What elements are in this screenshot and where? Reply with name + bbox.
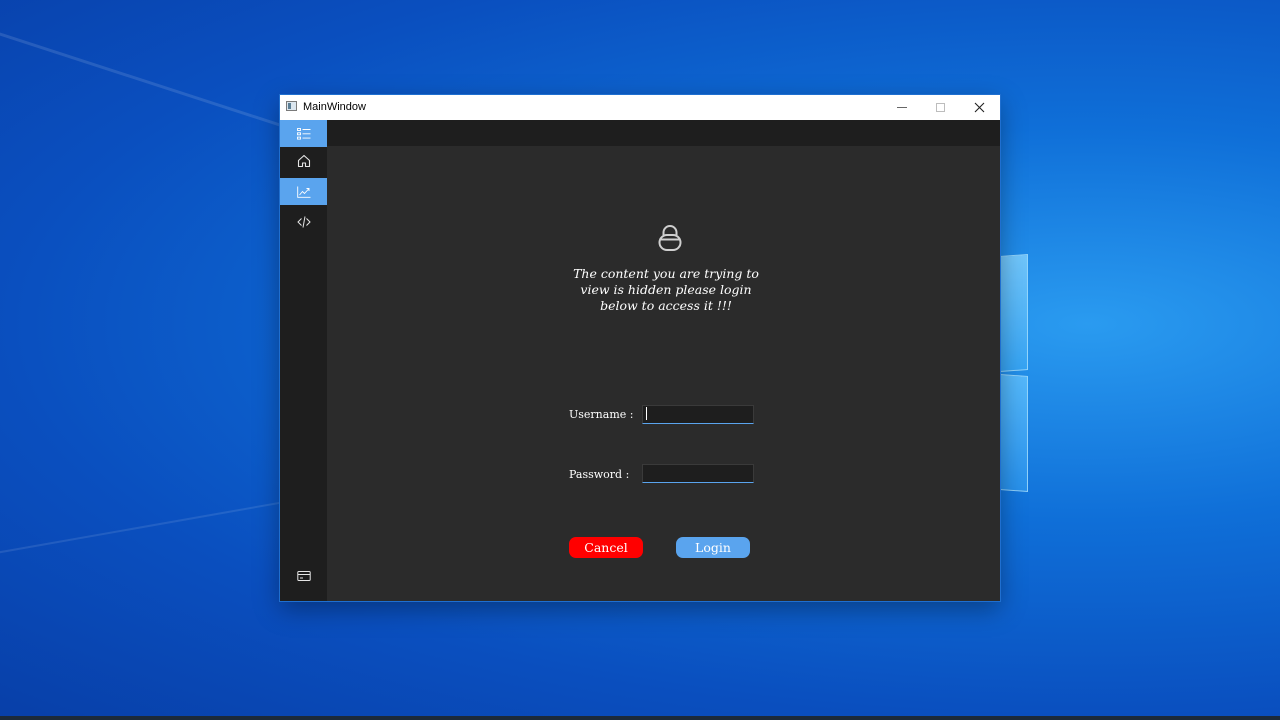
app-icon xyxy=(286,101,297,111)
top-bar xyxy=(327,120,1000,146)
password-input[interactable] xyxy=(642,464,754,483)
close-button[interactable] xyxy=(960,95,999,120)
maximize-button[interactable] xyxy=(921,95,960,120)
title-bar[interactable]: MainWindow xyxy=(280,95,1000,120)
username-input[interactable] xyxy=(642,405,754,424)
main-window: MainWindow The content you are trying to… xyxy=(280,95,1000,601)
sidebar-item-menu[interactable] xyxy=(280,120,327,147)
list-icon xyxy=(296,127,310,140)
password-label: Password : xyxy=(569,468,630,481)
window-title: MainWindow xyxy=(303,101,366,113)
sidebar-item-card[interactable] xyxy=(280,562,327,589)
chart-icon xyxy=(296,186,310,198)
lock-icon xyxy=(658,225,682,251)
sidebar-item-chart[interactable] xyxy=(280,178,327,205)
windows-logo-pane xyxy=(1000,254,1028,372)
taskbar xyxy=(0,716,1280,720)
login-panel: The content you are trying to view is hi… xyxy=(327,146,1000,601)
sidebar xyxy=(280,120,327,601)
maximize-icon xyxy=(936,103,945,112)
code-icon xyxy=(296,215,311,228)
sidebar-item-code[interactable] xyxy=(280,208,327,235)
hidden-content-message: The content you are trying to view is hi… xyxy=(573,266,759,313)
windows-logo-pane xyxy=(1000,374,1028,492)
close-icon xyxy=(974,102,985,113)
minimize-button[interactable] xyxy=(882,95,921,120)
card-icon xyxy=(296,570,311,581)
home-icon xyxy=(297,154,310,167)
windows-logo xyxy=(1000,254,1028,495)
text-caret xyxy=(646,407,647,420)
cancel-button[interactable]: Cancel xyxy=(569,537,643,558)
minimize-icon xyxy=(896,107,907,108)
sidebar-item-home[interactable] xyxy=(280,147,327,174)
username-label: Username : xyxy=(569,408,634,421)
login-button[interactable]: Login xyxy=(676,537,750,558)
